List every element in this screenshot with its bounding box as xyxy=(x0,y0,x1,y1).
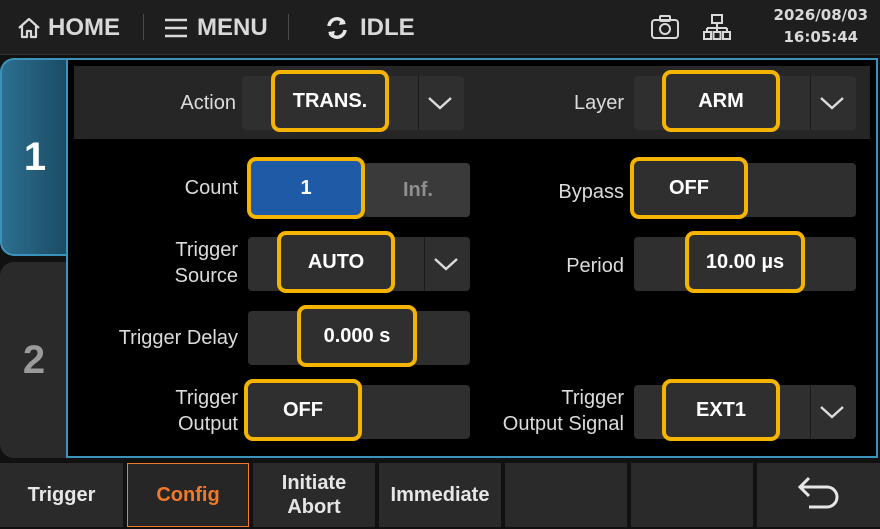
bypass-value[interactable]: OFF xyxy=(630,157,748,219)
initiate-label: Initiate xyxy=(281,472,347,494)
chevron-down-icon[interactable] xyxy=(810,390,854,434)
action-value[interactable]: TRANS. xyxy=(271,70,389,132)
tab-1[interactable]: 1 xyxy=(0,58,68,256)
trigger-output-signal-value[interactable]: EXT1 xyxy=(662,379,780,441)
menu-label: MENU xyxy=(197,13,268,41)
home-label: HOME xyxy=(48,13,120,41)
chevron-down-icon[interactable] xyxy=(418,81,462,125)
softkey-immediate[interactable]: Immediate xyxy=(379,463,501,527)
count-infinite-button[interactable]: Inf. xyxy=(366,163,470,217)
softkey-empty xyxy=(631,463,753,527)
run-status: IDLE xyxy=(322,0,415,55)
softkey-empty xyxy=(505,463,627,527)
trigger-source-label: Trigger Source xyxy=(134,237,238,289)
menu-button[interactable]: MENU xyxy=(163,0,268,55)
trigger-delay-label: Trigger Delay xyxy=(118,327,238,349)
network-icon xyxy=(703,13,731,46)
count-label: Count xyxy=(184,177,238,199)
status-label: IDLE xyxy=(360,13,415,41)
label-line: Output xyxy=(177,413,238,435)
trigger-source-value[interactable]: AUTO xyxy=(277,231,395,293)
label-line: Trigger xyxy=(175,387,238,409)
count-one-button[interactable]: 1 xyxy=(247,157,365,219)
menu-icon xyxy=(163,17,189,39)
trigger-output-value[interactable]: OFF xyxy=(244,379,362,441)
label-line: Trigger xyxy=(561,387,624,409)
config-panel: Action TRANS. Layer ARM Count 1 Inf. Byp… xyxy=(66,58,878,458)
trigger-output-label: Trigger Output xyxy=(134,385,238,437)
camera-icon[interactable] xyxy=(650,14,680,45)
bypass-label: Bypass xyxy=(558,181,624,203)
time: 16:05:44 xyxy=(783,28,859,46)
label-line: Trigger xyxy=(175,239,238,261)
softkey-config[interactable]: Config xyxy=(127,463,249,527)
softkey-initiate-abort[interactable]: Initiate Abort xyxy=(253,463,375,527)
chevron-down-icon[interactable] xyxy=(424,242,468,286)
top-bar: HOME MENU IDLE 2026/08/03 16:05:44 xyxy=(0,0,880,55)
home-button[interactable]: HOME xyxy=(16,0,120,55)
datetime: 2026/08/03 16:05:44 xyxy=(774,4,868,48)
trigger-output-signal-label: Trigger Output Signal xyxy=(464,385,624,437)
home-icon xyxy=(16,15,42,41)
date: 2026/08/03 xyxy=(773,6,868,24)
header-row: Action TRANS. Layer ARM xyxy=(74,66,870,139)
abort-label: Abort xyxy=(287,496,341,518)
trigger-delay-value[interactable]: 0.000 s xyxy=(297,305,417,367)
layer-label: Layer xyxy=(573,92,624,114)
tab-label: 2 xyxy=(22,337,46,382)
chevron-down-icon[interactable] xyxy=(810,81,854,125)
settings-content: Count 1 Inf. Bypass OFF Trigger Source A… xyxy=(74,139,870,450)
softkey-bar: Trigger Config Initiate Abort Immediate xyxy=(0,461,880,529)
back-arrow-icon xyxy=(795,475,843,515)
divider xyxy=(143,14,144,40)
back-button[interactable] xyxy=(757,463,880,527)
divider xyxy=(288,14,289,40)
label-line: Output Signal xyxy=(502,413,624,435)
label-line: Source xyxy=(174,265,238,287)
tab-2[interactable]: 2 xyxy=(0,262,68,458)
softkey-trigger[interactable]: Trigger xyxy=(0,463,123,527)
tab-label: 1 xyxy=(23,134,47,179)
refresh-icon xyxy=(322,13,352,43)
period-value[interactable]: 10.00 µs xyxy=(685,231,805,293)
layer-value[interactable]: ARM xyxy=(662,70,780,132)
action-label: Action xyxy=(180,92,236,114)
period-label: Period xyxy=(566,255,624,277)
